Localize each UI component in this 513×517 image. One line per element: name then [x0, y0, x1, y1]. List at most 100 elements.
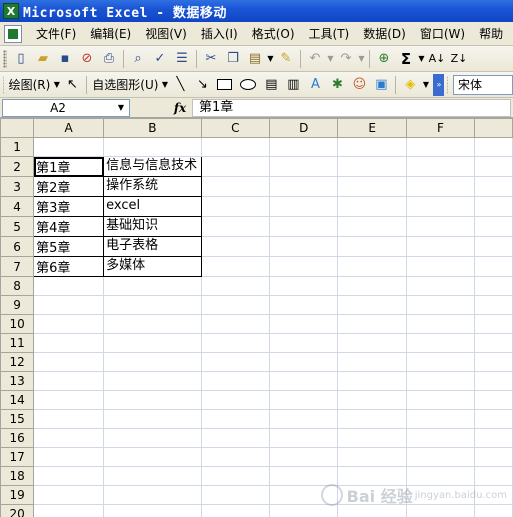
excel-icon[interactable]: X: [3, 3, 19, 19]
cell-b[interactable]: [103, 314, 202, 334]
cell-b[interactable]: [103, 504, 202, 517]
fill-color-dropdown-icon[interactable]: ▼: [421, 80, 430, 89]
draw-menu-button[interactable]: 绘图(R): [7, 76, 53, 93]
cell-empty[interactable]: [200, 216, 271, 237]
cell-empty[interactable]: [474, 295, 513, 315]
spelling-icon[interactable]: ✓: [149, 48, 171, 70]
name-box-dropdown-icon[interactable]: ▼: [113, 100, 129, 116]
toolbar-grip[interactable]: [3, 49, 7, 68]
cell-empty[interactable]: [200, 485, 271, 505]
cell-empty[interactable]: [337, 295, 407, 315]
cell-b[interactable]: [103, 295, 202, 315]
cell-empty[interactable]: [200, 295, 271, 315]
column-header-b[interactable]: B: [103, 118, 202, 138]
cell-a[interactable]: 第6章: [33, 256, 105, 277]
print-preview-icon[interactable]: ⌕: [127, 48, 149, 70]
select-objects-icon[interactable]: ↖: [61, 74, 83, 96]
menu-file[interactable]: 文件(F): [30, 24, 84, 44]
row-header[interactable]: 2: [0, 156, 35, 177]
insert-function-icon[interactable]: fx: [168, 101, 192, 115]
formula-input[interactable]: 第1章: [192, 98, 511, 117]
row-header[interactable]: 5: [0, 216, 35, 237]
cell-b[interactable]: [103, 466, 202, 486]
cell-empty[interactable]: [474, 352, 513, 372]
permission-icon[interactable]: ⊘: [76, 48, 98, 70]
copy-icon[interactable]: ❐: [222, 48, 244, 70]
cell-empty[interactable]: [337, 156, 407, 177]
cell-a[interactable]: [33, 504, 105, 517]
cell-empty[interactable]: [337, 352, 407, 372]
autosum-icon[interactable]: Σ: [395, 48, 417, 70]
cell-empty[interactable]: [474, 176, 513, 197]
menu-edit[interactable]: 编辑(E): [84, 24, 139, 44]
cell-b[interactable]: [103, 485, 202, 505]
row-header[interactable]: 14: [0, 390, 35, 410]
cell-a[interactable]: 第1章: [33, 156, 105, 177]
autoshapes-dropdown-icon[interactable]: ▼: [160, 80, 169, 89]
redo-dropdown-icon[interactable]: ▼: [357, 54, 366, 63]
cell-empty[interactable]: [269, 314, 339, 334]
undo-icon[interactable]: ↶: [304, 48, 326, 70]
cell-empty[interactable]: [200, 196, 271, 217]
redo-icon[interactable]: ↷: [335, 48, 357, 70]
cell-empty[interactable]: [474, 447, 513, 467]
cell-b[interactable]: 电子表格: [103, 236, 202, 257]
toolbar-grip[interactable]: [447, 75, 448, 94]
cell-a[interactable]: [33, 447, 105, 467]
row-header[interactable]: 15: [0, 409, 35, 429]
cell-empty[interactable]: [269, 236, 339, 257]
cell-empty[interactable]: [474, 137, 513, 157]
cell-empty[interactable]: [337, 276, 407, 296]
row-header[interactable]: 6: [0, 236, 35, 257]
row-header[interactable]: 7: [0, 256, 35, 277]
row-header[interactable]: 16: [0, 428, 35, 448]
cell-empty[interactable]: [200, 409, 271, 429]
draw-dropdown-icon[interactable]: ▼: [52, 80, 61, 89]
cell-empty[interactable]: [337, 390, 407, 410]
menu-insert[interactable]: 插入(I): [195, 24, 246, 44]
vertical-textbox-icon[interactable]: ▥: [282, 74, 304, 96]
workbook-icon[interactable]: [4, 24, 22, 43]
cell-empty[interactable]: [405, 409, 476, 429]
cell-b[interactable]: [103, 333, 202, 353]
new-icon[interactable]: ▯: [10, 48, 32, 70]
rectangle-icon[interactable]: [217, 79, 233, 90]
cell-empty[interactable]: [474, 371, 513, 391]
textbox-icon[interactable]: ▤: [260, 74, 282, 96]
format-painter-icon[interactable]: ✎: [275, 48, 297, 70]
cell-empty[interactable]: [405, 276, 476, 296]
oval-icon[interactable]: [240, 79, 257, 90]
cell-empty[interactable]: [200, 156, 271, 177]
line-icon[interactable]: ╲: [169, 74, 191, 96]
cell-empty[interactable]: [474, 256, 513, 277]
cell-empty[interactable]: [405, 428, 476, 448]
autosum-dropdown-icon[interactable]: ▼: [417, 54, 426, 63]
cell-empty[interactable]: [405, 256, 476, 277]
cell-empty[interactable]: [337, 333, 407, 353]
cell-empty[interactable]: [200, 504, 271, 517]
cell-a[interactable]: [33, 371, 105, 391]
column-header-a[interactable]: A: [33, 118, 105, 138]
column-header-d[interactable]: D: [269, 118, 339, 138]
clipart-icon[interactable]: ☺: [348, 74, 370, 96]
cell-empty[interactable]: [200, 256, 271, 277]
cell-empty[interactable]: [337, 371, 407, 391]
cell-empty[interactable]: [200, 314, 271, 334]
cell-empty[interactable]: [405, 352, 476, 372]
cell-empty[interactable]: [269, 216, 339, 237]
cell-empty[interactable]: [337, 137, 407, 157]
cell-a[interactable]: [33, 390, 105, 410]
cell-empty[interactable]: [474, 236, 513, 257]
cell-empty[interactable]: [337, 196, 407, 217]
fill-color-icon[interactable]: ◈: [399, 74, 421, 96]
row-header[interactable]: 3: [0, 176, 35, 197]
cell-a[interactable]: 第4章: [33, 216, 105, 237]
row-header[interactable]: 18: [0, 466, 35, 486]
cell-empty[interactable]: [200, 137, 271, 157]
cell-empty[interactable]: [405, 216, 476, 237]
cell-a[interactable]: [33, 466, 105, 486]
cell-empty[interactable]: [269, 295, 339, 315]
research-icon[interactable]: ☰: [171, 48, 193, 70]
cell-empty[interactable]: [269, 409, 339, 429]
paste-icon[interactable]: ▤: [244, 48, 266, 70]
